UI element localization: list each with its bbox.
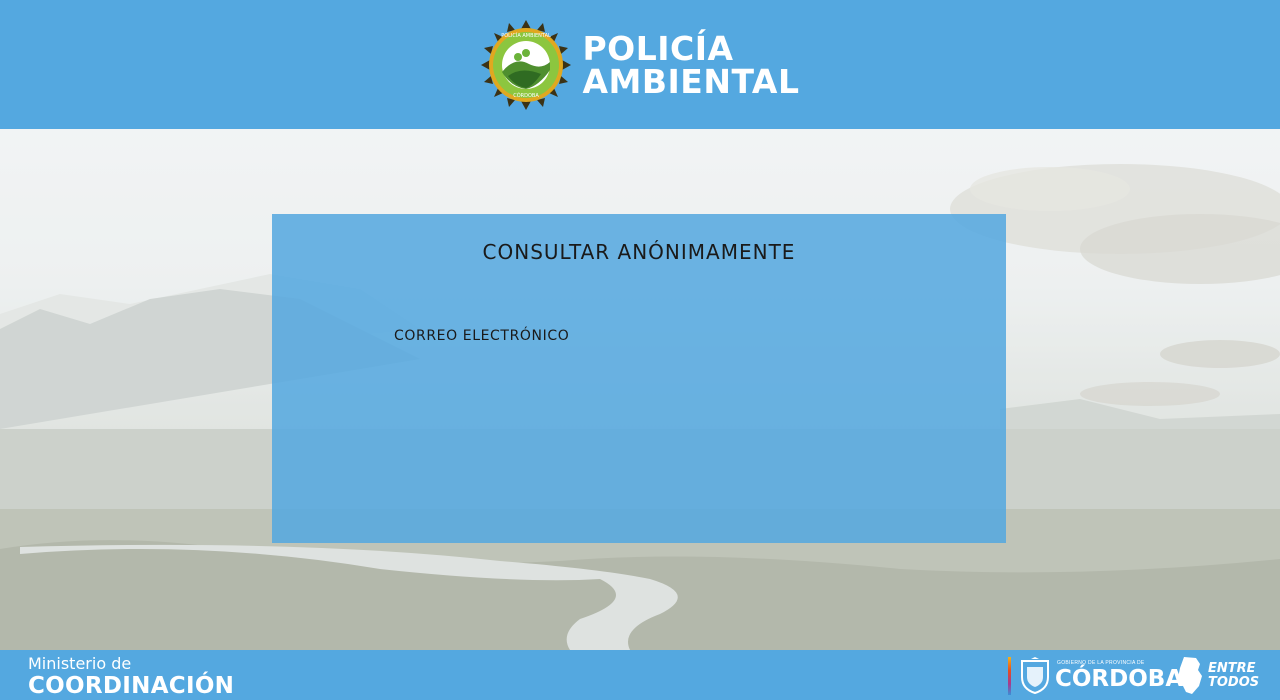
ministry-line2: COORDINACIÓN — [28, 673, 235, 699]
badge-ring-top: POLICÍA AMBIENTAL — [501, 32, 551, 39]
site-header: POLICÍA AMBIENTAL CÓRDOBA POLICÍA AMBIEN… — [0, 0, 1280, 129]
card-title: CONSULTAR ANÓNIMAMENTE — [482, 240, 796, 264]
slogan-line1: ENTRE — [1208, 661, 1256, 676]
slogan: ENTRE TODOS — [1208, 662, 1259, 690]
page: POLICÍA AMBIENTAL CÓRDOBA POLICÍA AMBIEN… — [0, 0, 1280, 700]
anonymous-query-card: CONSULTAR ANÓNIMAMENTE CORREO ELECTRÓNIC… — [272, 214, 1006, 543]
badge-ring-bottom: CÓRDOBA — [513, 92, 539, 99]
email-field[interactable] — [394, 354, 888, 386]
cordoba-map-icon — [1178, 657, 1202, 694]
ministry-line1: Ministerio de — [28, 654, 132, 673]
slogan-line2: TODOS — [1208, 675, 1260, 690]
gobierno-cordoba-logo[interactable]: Gobierno de la Provincia de CÓRDOBA — [1008, 656, 1183, 696]
brand-title-line2: AMBIENTAL — [582, 61, 800, 101]
brand[interactable]: POLICÍA AMBIENTAL CÓRDOBA POLICÍA AMBIEN… — [480, 19, 800, 110]
gov-text: Gobierno de la Provincia de CÓRDOBA — [1055, 660, 1183, 692]
site-footer: Ministerio de COORDINACIÓN Gobierno de l… — [0, 650, 1280, 700]
entre-todos-logo[interactable]: ENTRE TODOS — [1176, 656, 1259, 696]
brand-title-line1: POLICÍA — [582, 28, 734, 68]
color-stripe — [1008, 657, 1011, 695]
policia-ambiental-badge-icon: POLICÍA AMBIENTAL CÓRDOBA — [480, 19, 571, 110]
ministry-logo[interactable]: Ministerio de COORDINACIÓN — [28, 654, 235, 700]
coat-of-arms-icon — [1021, 657, 1049, 695]
gov-name: CÓRDOBA — [1055, 666, 1184, 692]
email-label: CORREO ELECTRÓNICO — [394, 328, 570, 344]
brand-title: POLICÍA AMBIENTAL — [583, 32, 800, 98]
